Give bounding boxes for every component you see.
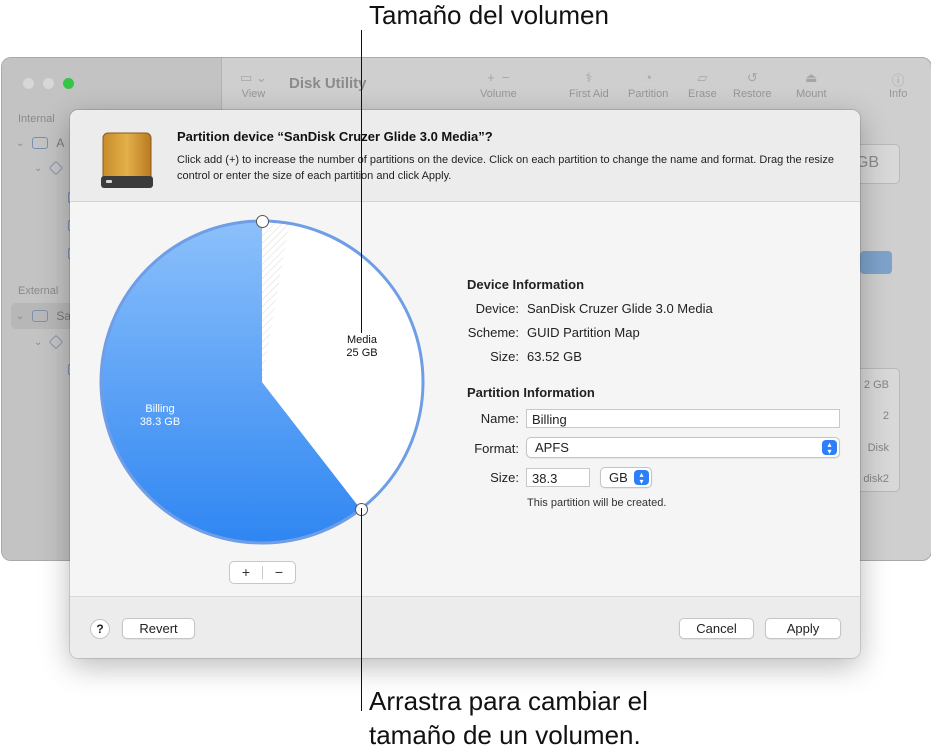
partition-size: 38.3 GB [139, 416, 181, 428]
capacity-bar-segment [860, 251, 892, 274]
sheet-description: Click add (+) to increase the number of … [177, 154, 834, 182]
partition-size: 25 GB [346, 347, 378, 359]
table-cell: 2 GB [863, 379, 889, 391]
info-label: Info [889, 88, 908, 100]
sidebar-item-label: Sa [56, 309, 72, 323]
partition-sheet: Partition device “SanDisk Cruzer Glide 3… [70, 110, 860, 658]
pie-icon: ◔ [644, 70, 653, 85]
device-info-heading: Device Information [467, 277, 585, 292]
up-down-arrows-icon: ▴ ▾ [822, 440, 837, 456]
sidebar-item-label: A [56, 136, 65, 150]
partition-note: This partition will be created. [527, 497, 667, 509]
callout-drag-line1: Arrastra para cambiar el [369, 686, 648, 716]
mount-icon: ⏏ [805, 70, 818, 85]
view-button[interactable]: ▭ ⌄ View [240, 70, 267, 100]
resize-handle-top[interactable] [256, 215, 269, 228]
format-popup[interactable]: APFS ▴ ▾ [526, 437, 840, 458]
cancel-button[interactable]: Cancel [679, 618, 754, 639]
volume-button[interactable]: + − Volume [480, 70, 517, 100]
unit-value: GB [609, 470, 628, 485]
partition-name-field[interactable]: Billing [526, 409, 840, 428]
partition-label-billing: Billing 38.3 GB [125, 403, 195, 429]
info-icon: ⓘ [891, 73, 905, 88]
table-cell: Disk [867, 442, 889, 454]
revert-button[interactable]: Revert [122, 618, 195, 639]
callout-line-bottom [361, 508, 362, 711]
chevron-down-icon[interactable]: ⌄ [16, 311, 24, 322]
partition-info-heading: Partition Information [467, 385, 595, 400]
mount-button[interactable]: ⏏ Mount [796, 70, 827, 100]
partition-name: Media [347, 334, 377, 346]
minimize-window-button[interactable] [43, 78, 54, 89]
restore-label: Restore [733, 88, 772, 100]
erase-button[interactable]: ▱ Erase [688, 70, 717, 100]
container-icon [49, 160, 64, 176]
device-label: Device: [475, 301, 519, 316]
partition-label-media: Media 25 GB [327, 334, 397, 360]
stethoscope-icon: ⚕ [585, 70, 593, 85]
sidebar-toggle-icon: ▭ ⌄ [240, 70, 267, 85]
format-label: Format: [474, 441, 519, 456]
sidebar-item-external-container[interactable]: ⌄ [34, 334, 64, 350]
partition-button[interactable]: ◔ Partition [628, 70, 668, 100]
partition-label: Partition [628, 88, 669, 100]
first-aid-button[interactable]: ⚕ First Aid [569, 70, 609, 100]
container-icon [49, 334, 64, 350]
info-button[interactable]: ⓘ Info [889, 70, 907, 100]
partition-size-label: Size: [490, 470, 519, 485]
mount-label: Mount [796, 88, 827, 100]
apply-button[interactable]: Apply [765, 618, 841, 639]
sidebar-section-external: External [18, 285, 59, 297]
callout-drag-line2: tamaño de un volumen. [369, 720, 641, 750]
partition-size-field[interactable]: 38.3 [526, 468, 590, 487]
callout-line-top [361, 30, 362, 333]
drive-icon [32, 310, 49, 322]
add-partition-button[interactable]: + [230, 563, 262, 582]
size-unit-popup[interactable]: GB ▴ ▾ [600, 467, 652, 488]
sheet-header: Partition device “SanDisk Cruzer Glide 3… [70, 110, 860, 202]
view-label: View [241, 88, 266, 100]
plus-minus-icon: + − [487, 70, 510, 85]
zoom-window-button[interactable] [63, 78, 74, 89]
first-aid-label: First Aid [569, 88, 609, 100]
format-value: APFS [535, 440, 569, 455]
drive-icon [32, 137, 49, 149]
close-window-button[interactable] [23, 78, 34, 89]
device-value: SanDisk Cruzer Glide 3.0 Media [527, 301, 713, 316]
scheme-label: Scheme: [467, 325, 519, 340]
chevron-down-icon[interactable]: ⌄ [34, 337, 42, 348]
chevron-down-icon[interactable]: ⌄ [16, 138, 24, 149]
add-remove-control: + − [229, 561, 296, 584]
chevron-down-icon[interactable]: ⌄ [34, 163, 42, 174]
window-title: Disk Utility [289, 75, 367, 92]
device-size-value: 63.52 GB [527, 349, 582, 364]
restore-icon: ↺ [746, 70, 758, 85]
table-cell: 2 [882, 410, 889, 422]
external-drive-icon [101, 132, 153, 188]
eraser-icon: ▱ [697, 70, 708, 85]
sheet-title: Partition device “SanDisk Cruzer Glide 3… [177, 129, 493, 144]
table-cell: disk2 [863, 473, 889, 485]
device-size-label: Size: [490, 349, 519, 364]
up-down-arrows-icon: ▴ ▾ [634, 470, 649, 486]
name-label: Name: [480, 411, 519, 426]
partition-name: Billing [145, 403, 175, 415]
sidebar-section-internal: Internal [18, 113, 55, 125]
help-button[interactable]: ? [90, 619, 110, 639]
restore-button[interactable]: ↺ Restore [733, 70, 772, 100]
partition-pie-chart[interactable] [90, 210, 434, 554]
volume-label: Volume [480, 88, 517, 100]
sidebar-item-internal-container[interactable]: ⌄ [34, 160, 64, 176]
scheme-value: GUID Partition Map [527, 325, 640, 340]
remove-partition-button[interactable]: − [263, 563, 295, 582]
sidebar-item-internal-disk[interactable]: ⌄ A [16, 136, 64, 150]
callout-volume-size: Tamaño del volumen [369, 0, 609, 30]
erase-label: Erase [688, 88, 717, 100]
